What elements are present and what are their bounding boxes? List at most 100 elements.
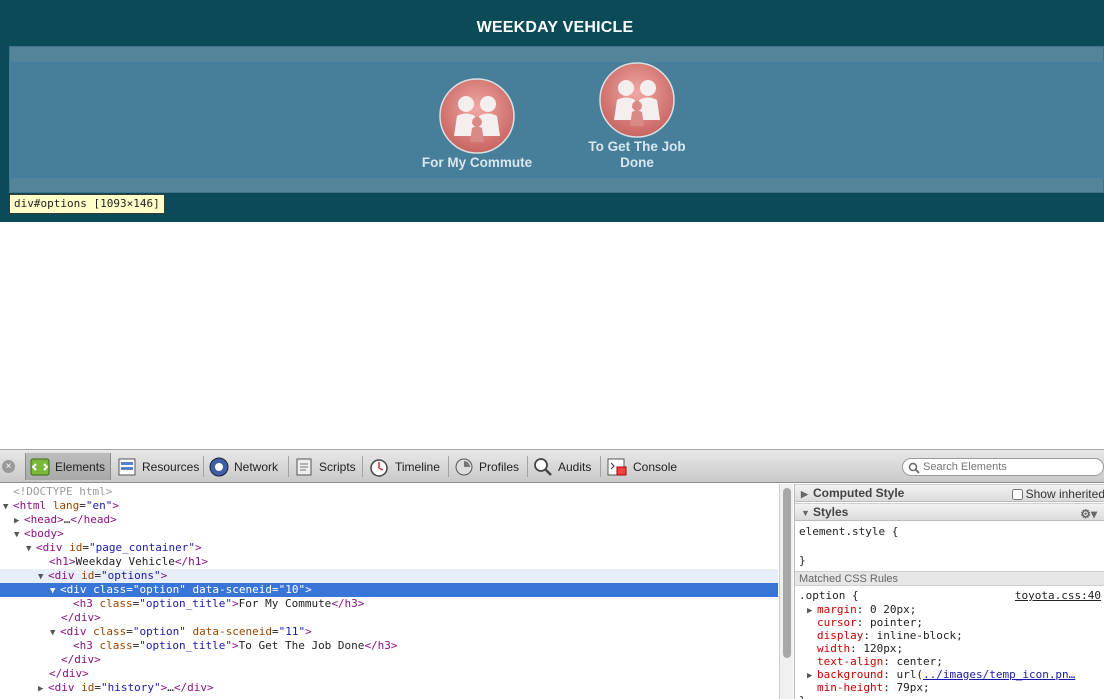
tab-console[interactable]: Console [602, 453, 682, 480]
element-style-open[interactable]: element.style { [799, 525, 898, 538]
expanded-triangle-icon: ▼ [801, 508, 810, 518]
tag-bracket: < [48, 681, 55, 694]
property-name: margin [817, 603, 857, 616]
option-to-get-the-job-done[interactable]: To Get The Job Done [577, 62, 697, 171]
dom-node-body[interactable]: ▼ <body> [0, 527, 778, 541]
dom-node-h3[interactable]: <h3 class="option_title">For My Commute<… [0, 597, 778, 611]
tab-timeline[interactable]: Timeline [364, 453, 445, 480]
tag-bracket: > [194, 541, 202, 554]
property-name: width [817, 642, 851, 655]
dom-node-head[interactable]: ▶ <head>…</head> [0, 513, 778, 527]
checkbox-label: Show inherited [1025, 487, 1104, 501]
dom-node-close[interactable]: </div> [0, 653, 778, 667]
computed-style-header[interactable]: ▶ Computed Style Show inherited [795, 484, 1104, 502]
toolbar-divider [203, 456, 204, 477]
tab-label: Console [633, 459, 678, 474]
property-name: cursor [817, 616, 857, 629]
property-value: : center; [883, 655, 943, 668]
tag-bracket: < [48, 569, 55, 582]
family-icon [439, 78, 515, 154]
attr-eq: = [82, 541, 89, 554]
attr-value: "11" [278, 625, 306, 638]
expanded-triangle-icon[interactable]: ▼ [50, 626, 60, 640]
css-declaration[interactable]: width: 120px; [817, 642, 903, 655]
tab-network[interactable]: Network [205, 453, 283, 480]
attr-name: id [81, 569, 95, 582]
close-icon[interactable]: × [2, 460, 15, 473]
dom-node-options[interactable]: ▼ <div id="options"> [0, 569, 778, 583]
console-icon [607, 458, 627, 475]
dom-node-option-10[interactable]: ▼ <div class="option" data-sceneid="10"> [0, 583, 778, 597]
tag-name: h3 [79, 597, 93, 610]
rule-source-link[interactable]: toyota.css:40 [1015, 589, 1101, 602]
show-inherited-toggle[interactable]: Show inherited [1011, 486, 1104, 503]
collapsed-triangle-icon[interactable]: ▶ [14, 514, 24, 528]
tab-profiles[interactable]: Profiles [450, 453, 524, 480]
search-input[interactable] [923, 460, 1101, 474]
attr-name: class [93, 625, 127, 638]
search-box[interactable] [902, 458, 1104, 476]
styles-header[interactable]: ▼ Styles ⚙▾ [795, 503, 1104, 521]
show-inherited-checkbox[interactable] [1011, 489, 1023, 500]
resources-icon [118, 458, 136, 475]
tag-name: html [19, 499, 47, 512]
dom-node-close[interactable]: </div> [0, 667, 778, 681]
attr-name: lang [52, 499, 80, 512]
dom-node-doctype[interactable]: <!DOCTYPE html> [0, 485, 778, 499]
expanded-triangle-icon[interactable]: ▼ [38, 570, 48, 584]
page-viewport: WEEKDAY VEHICLE For My Commute To Get Th… [0, 0, 1104, 222]
attr-value: "10" [278, 583, 306, 596]
profiles-icon [455, 458, 473, 475]
option-for-my-commute[interactable]: For My Commute [417, 78, 537, 171]
tab-elements[interactable]: Elements [25, 453, 112, 480]
property-value: : 79px; [883, 681, 930, 694]
expanded-triangle-icon[interactable]: ▼ [14, 528, 24, 542]
node-text: Weekday Vehicle [75, 555, 175, 568]
attr-value: "option" [132, 583, 186, 596]
tab-label: Elements [55, 459, 106, 474]
dom-node-html[interactable]: ▼ <html lang="en"> [0, 499, 778, 513]
node-text: To Get The Job Done [238, 639, 365, 652]
expanded-triangle-icon[interactable]: ▼ [26, 542, 36, 556]
dom-node-close[interactable]: </div> [0, 611, 778, 625]
property-url-link[interactable]: ../images/temp_icon.pn… [923, 668, 1075, 681]
property-value: : 120px; [850, 642, 904, 655]
dom-node-history[interactable]: ▶ <div id="history">…</div> [0, 681, 778, 695]
property-name: background [817, 668, 884, 681]
css-declaration[interactable]: cursor: pointer; [817, 616, 923, 629]
element-style-close: } [799, 554, 806, 567]
collapsed-triangle-icon[interactable]: ▶ [807, 670, 817, 683]
tag-name: h3 [79, 639, 93, 652]
tab-resources[interactable]: Resources [113, 453, 204, 480]
expanded-triangle-icon[interactable]: ▼ [3, 500, 13, 514]
attr-eq: = [126, 625, 133, 638]
rule-selector[interactable]: .option { [799, 589, 859, 602]
css-declaration[interactable]: display: inline-block; [817, 629, 963, 642]
tab-scripts[interactable]: Scripts [290, 453, 361, 480]
css-declaration[interactable]: min-height: 79px; [817, 681, 930, 694]
tag-close: </head> [70, 513, 117, 526]
attr-value: "option_title" [139, 639, 232, 652]
dom-node-page-container[interactable]: ▼ <div id="page_container"> [0, 541, 778, 555]
dom-node-option-11[interactable]: ▼ <div class="option" data-sceneid="11"> [0, 625, 778, 639]
option-title: For My Commute [421, 155, 533, 170]
rule-close: } [799, 694, 806, 699]
dom-node-h3[interactable]: <h3 class="option_title">To Get The Job … [0, 639, 778, 653]
tag-bracket: < [60, 625, 67, 638]
expanded-triangle-icon[interactable]: ▼ [50, 584, 60, 598]
property-name: min-height [817, 681, 884, 694]
gear-icon[interactable]: ⚙▾ [1080, 506, 1097, 523]
tab-audits[interactable]: Audits [529, 453, 596, 480]
property-value: : pointer; [856, 616, 923, 629]
css-declaration[interactable]: text-align: center; [817, 655, 943, 668]
collapsed-triangle-icon[interactable]: ▶ [807, 605, 817, 618]
dom-node-h1[interactable]: <h1>Weekday Vehicle</h1> [0, 555, 778, 569]
attr-value: "options" [101, 569, 161, 582]
property-value: : inline-block; [863, 629, 963, 642]
scrollbar-thumb[interactable] [783, 488, 791, 658]
attr-name: id [81, 681, 95, 694]
property-name: text-align [817, 655, 884, 668]
tag-name: div [66, 583, 87, 596]
dom-tree-scrollbar[interactable] [779, 484, 793, 699]
collapsed-triangle-icon[interactable]: ▶ [38, 682, 48, 696]
